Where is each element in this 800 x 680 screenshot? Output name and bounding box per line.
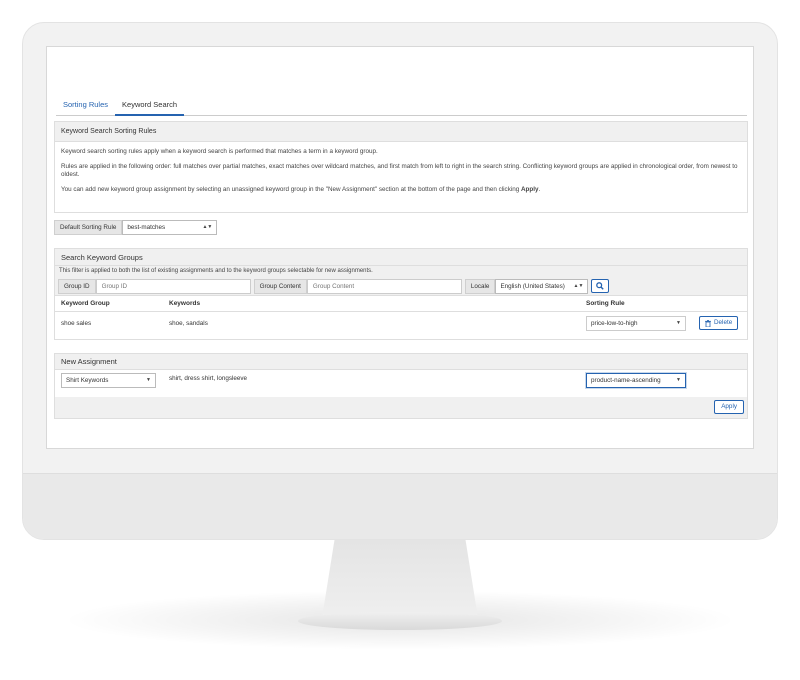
locale-select[interactable]: English (United States) ▲▼ [495,278,589,294]
tab-sorting-rules[interactable]: Sorting Rules [56,97,115,115]
row-sorting-rule-value: price-low-to-high [591,319,638,327]
header-keywords: Keywords [169,300,201,307]
delete-button-label: Delete [714,319,733,326]
select-arrows-icon: ▲▼ [202,224,213,230]
group-content-label: Group Content [253,278,307,294]
new-assignment-panel: New Assignment Shirt Keywords ▼ shirt, d… [54,353,748,419]
search-panel: Search Keyword Groups This filter is app… [54,248,748,340]
default-sorting-rule-select[interactable]: best-matches ▲▼ [122,220,218,235]
monitor-neck [322,540,478,618]
chevron-down-icon: ▼ [146,377,151,383]
new-assignment-title: New Assignment [55,354,747,370]
header-keyword-group: Keyword Group [61,300,110,307]
info-paragraph-1: Keyword search sorting rules apply when … [61,148,378,155]
info-panel: Keyword Search Sorting Rules Keyword sea… [54,121,748,213]
monitor-chin [23,473,777,539]
trash-icon [705,319,711,327]
new-assignment-group-select[interactable]: Shirt Keywords ▼ [61,373,156,388]
default-sorting-rule-value: best-matches [127,224,166,231]
search-filter-note: This filter is applied to both the list … [55,266,747,277]
row-keyword-group: shoe sales [61,319,92,327]
new-assignment-rule-select[interactable]: product-name-ascending ▼ [586,373,686,388]
new-assignment-keywords: shirt, dress shirt, longsleeve [169,375,248,382]
group-content-input[interactable] [306,278,462,294]
new-assignment-group-value: Shirt Keywords [66,377,109,384]
search-button[interactable] [591,279,610,293]
chevron-down-icon: ▼ [676,377,681,383]
search-icon [596,282,605,290]
table-header: Keyword Group Keywords Sorting Rule [55,296,747,312]
info-panel-title: Keyword Search Sorting Rules [55,122,747,142]
info-paragraph-3: You can add new keyword group assignment… [61,186,741,195]
info-paragraph-3-end: . [538,185,541,193]
table-row: shoe sales shoe, sandals price-low-to-hi… [55,312,747,334]
row-keywords: shoe, sandals [169,319,208,327]
new-assignment-rule-value: product-name-ascending [591,377,661,384]
info-paragraph-2: Rules are applied in the following order… [61,162,738,179]
new-assignment-row: Shirt Keywords ▼ shirt, dress shirt, lon… [55,370,747,397]
group-id-input[interactable] [95,278,251,294]
new-assignment-footer: Apply [55,397,747,418]
info-paragraph-3-text: You can add new keyword group assignment… [61,185,521,193]
monitor-frame: Sorting Rules Keyword Search Keyword Sea… [22,22,778,540]
info-apply-emphasis: Apply [521,185,539,193]
search-filters: Group ID Group Content Locale English (U… [55,277,747,296]
group-id-label: Group ID [58,278,96,294]
apply-button[interactable]: Apply [714,400,744,414]
default-sorting-rule: Default Sorting Rule best-matches ▲▼ [54,220,218,235]
tab-bar: Sorting Rules Keyword Search [56,97,747,116]
tab-keyword-search[interactable]: Keyword Search [115,97,185,116]
monitor-base [298,612,502,630]
row-sorting-rule-select[interactable]: price-low-to-high ▼ [586,315,686,331]
screen: Sorting Rules Keyword Search Keyword Sea… [46,46,754,449]
header-sorting-rule: Sorting Rule [586,300,625,307]
locale-label: Locale [464,278,496,294]
locale-value: English (United States) [500,282,565,290]
delete-button[interactable]: Delete [699,316,739,330]
chevron-down-icon: ▼ [676,319,681,326]
default-sorting-rule-label: Default Sorting Rule [54,220,123,235]
search-panel-title: Search Keyword Groups [55,249,747,266]
select-arrows-icon: ▲▼ [573,282,584,289]
